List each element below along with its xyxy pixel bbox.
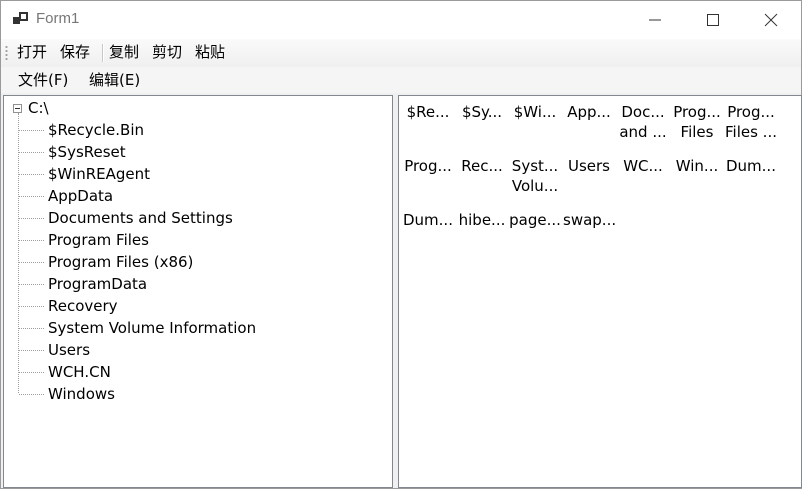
save-button[interactable]: 保存 bbox=[60, 43, 90, 61]
tree-item[interactable]: $WinREAgent bbox=[48, 164, 150, 184]
list-item[interactable]: hibe... bbox=[456, 210, 508, 230]
list-item[interactable]: Win... bbox=[671, 156, 723, 176]
tree-connector bbox=[19, 262, 44, 263]
app-window: Form1 打开 保存 复制 剪切 粘贴 文件(F) 编辑(E) C:\ $Re… bbox=[0, 0, 802, 489]
list-item[interactable]: Prog... Files ... bbox=[725, 102, 777, 142]
list-item-label: and ... bbox=[619, 123, 667, 141]
list-item-label: Prog... bbox=[727, 103, 775, 121]
list-item[interactable]: Dum... bbox=[725, 156, 777, 176]
tree-item[interactable]: Program Files (x86) bbox=[48, 252, 193, 272]
paste-button[interactable]: 粘贴 bbox=[195, 43, 225, 61]
tree-root[interactable]: C:\ bbox=[28, 99, 49, 117]
list-item[interactable]: Dum... bbox=[402, 210, 454, 230]
tree-item[interactable]: Documents and Settings bbox=[48, 208, 233, 228]
tree-item[interactable]: $Recycle.Bin bbox=[48, 120, 144, 140]
tree-connector bbox=[19, 240, 44, 241]
list-item[interactable]: Doc... and ... bbox=[617, 102, 669, 142]
minimize-icon bbox=[649, 19, 661, 21]
list-item[interactable]: Users bbox=[563, 156, 615, 176]
tree-connector bbox=[19, 218, 44, 219]
window-title: Form1 bbox=[36, 10, 80, 27]
list-item-label: WC... bbox=[623, 157, 663, 175]
list-item-label: $Re... bbox=[406, 103, 450, 121]
list-item-label: Files ... bbox=[725, 123, 777, 141]
list-item-label: page... bbox=[509, 211, 561, 229]
toolbar-separator bbox=[102, 44, 104, 62]
tree-item[interactable]: AppData bbox=[48, 186, 113, 206]
list-item[interactable]: page... bbox=[509, 210, 561, 230]
list-item-label: Win... bbox=[675, 157, 719, 175]
cut-button[interactable]: 剪切 bbox=[152, 43, 182, 61]
copy-button[interactable]: 复制 bbox=[109, 43, 139, 61]
list-item[interactable]: $Sy... bbox=[456, 102, 508, 122]
file-list-view[interactable]: $Re... $Sy... $Wi... App... Doc... and ..… bbox=[398, 95, 802, 488]
list-item-label: Volu... bbox=[511, 177, 559, 195]
tree-item[interactable]: System Volume Information bbox=[48, 318, 256, 338]
list-item[interactable]: Prog... Files bbox=[671, 102, 723, 142]
collapse-toggle-icon[interactable] bbox=[13, 104, 22, 113]
tree-item[interactable]: $SysReset bbox=[48, 142, 126, 162]
open-button[interactable]: 打开 bbox=[17, 43, 47, 61]
list-item-label: $Sy... bbox=[461, 103, 503, 121]
list-item[interactable]: $Re... bbox=[402, 102, 454, 122]
list-item[interactable]: Rec... bbox=[456, 156, 508, 176]
maximize-icon bbox=[707, 14, 719, 26]
tree-connector bbox=[19, 328, 44, 329]
folder-tree[interactable]: C:\ $Recycle.Bin $SysReset $WinREAgent A… bbox=[3, 95, 393, 488]
list-item-label: hibe... bbox=[458, 211, 506, 229]
list-item-label: Files bbox=[680, 123, 714, 141]
menu-bar: 文件(F) 编辑(E) bbox=[1, 67, 801, 93]
tree-item[interactable]: Program Files bbox=[48, 230, 149, 250]
app-icon bbox=[13, 12, 28, 24]
tree-connector bbox=[19, 130, 44, 131]
toolbar-grip[interactable] bbox=[5, 45, 8, 61]
list-item-label: Dum... bbox=[403, 211, 453, 229]
list-item-label: App... bbox=[567, 103, 611, 121]
list-item-label: Rec... bbox=[461, 157, 503, 175]
tree-item[interactable]: Users bbox=[48, 340, 90, 360]
title-bar[interactable]: Form1 bbox=[1, 1, 801, 39]
list-item[interactable]: Prog... bbox=[402, 156, 454, 176]
tree-connector bbox=[19, 174, 44, 175]
tree-connector bbox=[19, 394, 44, 395]
close-button[interactable] bbox=[743, 1, 801, 39]
tree-item[interactable]: Recovery bbox=[48, 296, 118, 316]
list-item-label: Users bbox=[567, 157, 610, 175]
tree-connector bbox=[19, 306, 44, 307]
tree-item[interactable]: Windows bbox=[48, 384, 115, 404]
list-item[interactable]: $Wi... bbox=[509, 102, 561, 122]
tree-connector bbox=[19, 196, 44, 197]
list-item-label: Doc... bbox=[621, 103, 665, 121]
tree-item[interactable]: WCH.CN bbox=[48, 362, 111, 382]
tree-connector bbox=[19, 284, 44, 285]
maximize-button[interactable] bbox=[685, 1, 743, 39]
close-icon bbox=[764, 13, 778, 27]
menu-edit[interactable]: 编辑(E) bbox=[89, 71, 140, 89]
tree-connector bbox=[19, 372, 44, 373]
list-item-label: swap... bbox=[563, 211, 615, 229]
list-item-label: Syst... bbox=[511, 157, 559, 175]
menu-file[interactable]: 文件(F) bbox=[18, 71, 68, 89]
list-item[interactable]: WC... bbox=[617, 156, 669, 176]
list-item[interactable]: swap... bbox=[563, 210, 615, 230]
tree-connector bbox=[19, 350, 44, 351]
list-item-label: Prog... bbox=[673, 103, 721, 121]
tree-connector bbox=[18, 113, 19, 393]
tree-item[interactable]: ProgramData bbox=[48, 274, 147, 294]
tree-connector bbox=[19, 152, 44, 153]
list-item[interactable]: App... bbox=[563, 102, 615, 122]
list-item-label: Dum... bbox=[726, 157, 776, 175]
minimize-button[interactable] bbox=[627, 1, 685, 39]
list-item[interactable]: Syst... Volu... bbox=[509, 156, 561, 196]
list-item-label: Prog... bbox=[404, 157, 452, 175]
toolbar: 打开 保存 复制 剪切 粘贴 bbox=[1, 39, 801, 66]
list-item-label: $Wi... bbox=[513, 103, 557, 121]
